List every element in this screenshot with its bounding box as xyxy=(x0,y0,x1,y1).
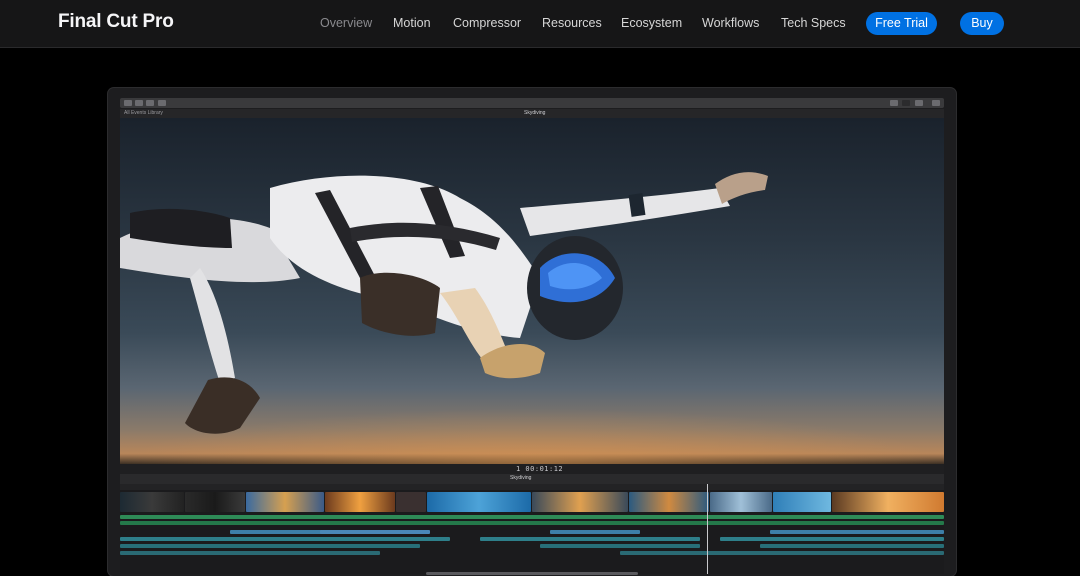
timeline-scrollbar[interactable] xyxy=(426,572,638,575)
timeline-clip[interactable] xyxy=(629,492,709,512)
nav-link-motion[interactable]: Motion xyxy=(393,16,431,30)
video-viewer xyxy=(120,118,944,464)
timeline-clip[interactable] xyxy=(120,492,184,512)
audio-clip[interactable] xyxy=(480,537,700,541)
toolbar-button-icon xyxy=(158,100,166,106)
timeline-clip[interactable] xyxy=(396,492,426,512)
timeline-project-name: Skydiving xyxy=(510,475,532,481)
timeline-clip[interactable] xyxy=(532,492,628,512)
timeline-clip[interactable] xyxy=(773,492,831,512)
app-screenshot-frame: All Events Library Skydiving 1 00:01:12 … xyxy=(108,88,956,576)
connected-clip[interactable] xyxy=(770,530,944,534)
timeline-clip[interactable] xyxy=(832,492,944,512)
nav-link-compressor[interactable]: Compressor xyxy=(453,16,521,30)
playhead[interactable] xyxy=(707,484,708,574)
connected-clip[interactable] xyxy=(320,530,430,534)
audio-clip[interactable] xyxy=(120,551,380,555)
toolbar-button-icon xyxy=(124,100,132,106)
audio-clip[interactable] xyxy=(540,544,700,548)
audio-clip[interactable] xyxy=(720,537,944,541)
app-toolbar xyxy=(120,98,944,108)
timeline-ruler xyxy=(120,484,944,490)
nav-link-resources[interactable]: Resources xyxy=(542,16,602,30)
audio-clip[interactable] xyxy=(620,551,944,555)
connected-clip[interactable] xyxy=(550,530,640,534)
audio-clip[interactable] xyxy=(120,537,450,541)
buy-button[interactable]: Buy xyxy=(960,12,1004,35)
timeline-clip[interactable] xyxy=(246,492,324,512)
audio-clip[interactable] xyxy=(120,544,420,548)
timeline-clip[interactable] xyxy=(325,492,395,512)
viewer-controls: 1 00:01:12 xyxy=(120,464,944,474)
skydiver-image xyxy=(120,172,768,434)
library-label: All Events Library xyxy=(124,110,163,116)
toolbar-button-icon xyxy=(146,100,154,106)
timeline-clip[interactable] xyxy=(710,492,772,512)
nav-link-tech-specs[interactable]: Tech Specs xyxy=(781,16,846,30)
viewer-header: All Events Library Skydiving xyxy=(120,109,944,118)
global-nav: Final Cut Pro Overview Motion Compressor… xyxy=(0,0,1080,48)
audio-clip[interactable] xyxy=(760,544,944,548)
toolbar-button-icon xyxy=(915,100,923,106)
timeline-clip[interactable] xyxy=(427,492,531,512)
timeline-clip[interactable] xyxy=(185,492,245,512)
audio-lane[interactable] xyxy=(120,521,944,525)
timecode-display: 1 00:01:12 xyxy=(516,465,564,473)
free-trial-button[interactable]: Free Trial xyxy=(866,12,937,35)
audio-lane[interactable] xyxy=(120,515,944,519)
nav-link-workflows[interactable]: Workflows xyxy=(702,16,759,30)
toolbar-button-icon xyxy=(890,100,898,106)
toolbar-button-icon xyxy=(135,100,143,106)
timeline: Skydiving xyxy=(120,474,944,574)
toolbar-button-icon xyxy=(902,100,910,106)
viewer-title: Skydiving xyxy=(524,110,546,116)
timeline-header: Skydiving xyxy=(120,474,944,484)
brand-title[interactable]: Final Cut Pro xyxy=(58,11,174,33)
toolbar-button-icon xyxy=(932,100,940,106)
nav-link-ecosystem[interactable]: Ecosystem xyxy=(621,16,682,30)
nav-link-overview[interactable]: Overview xyxy=(320,16,372,30)
